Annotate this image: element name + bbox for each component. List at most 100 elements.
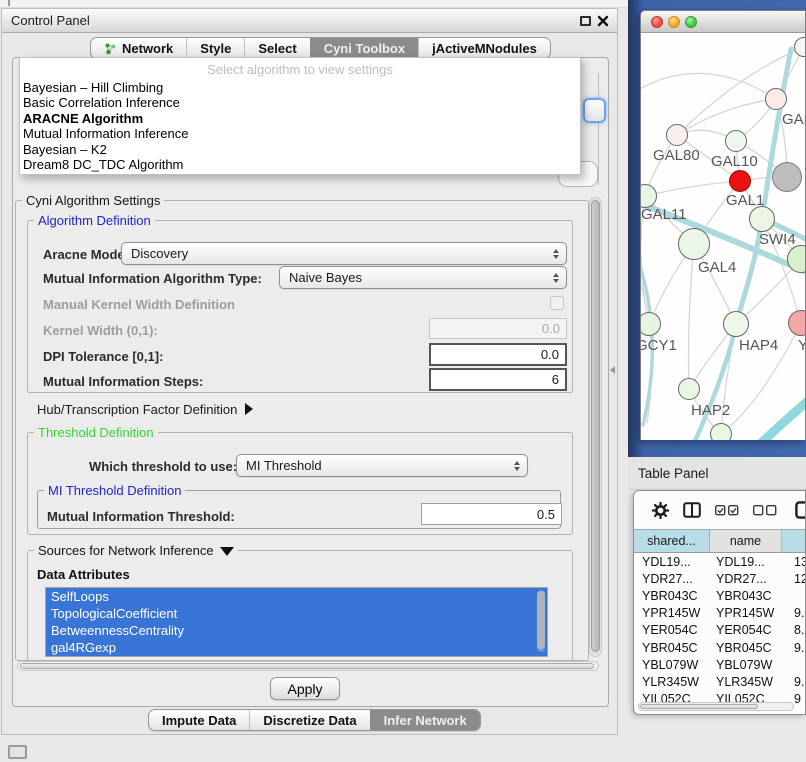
close-window-icon[interactable]	[651, 16, 663, 28]
which-threshold-combo[interactable]: MI Threshold	[236, 454, 528, 477]
table-cell: YDR27...	[710, 572, 780, 586]
attribute-list-item[interactable]: TopologicalCoefficient	[46, 605, 547, 622]
tab-impute-data[interactable]: Impute Data	[149, 710, 249, 730]
tab-network[interactable]: Network	[91, 38, 186, 58]
algorithm-option[interactable]: ARACNE Algorithm	[20, 111, 580, 126]
network-node-hap2[interactable]	[678, 378, 700, 400]
dpi-tolerance-field[interactable]: 0.0	[429, 343, 567, 366]
network-node-hap4[interactable]	[723, 311, 749, 337]
file-icon[interactable]	[795, 501, 806, 519]
algorithm-option[interactable]: Mutual Information Inference	[20, 126, 580, 141]
tab-style[interactable]: Style	[186, 38, 244, 58]
tab-select[interactable]: Select	[244, 38, 309, 58]
table-horizontal-scrollbar[interactable]	[638, 702, 794, 711]
settings-horizontal-scrollbar[interactable]	[17, 661, 599, 671]
close-panel-icon[interactable]	[597, 15, 609, 27]
network-node-gal10[interactable]	[725, 130, 747, 152]
column-header-name[interactable]: name	[710, 529, 782, 553]
mi-type-label: Mutual Information Algorithm Type:	[43, 271, 262, 286]
algorithm-option[interactable]: Dream8 DC_TDC Algorithm	[20, 157, 580, 172]
mi-threshold-field[interactable]: 0.5	[421, 503, 562, 525]
table-cell: YER054C	[710, 623, 780, 637]
table-cell: 9.	[780, 606, 806, 620]
node-label: GAL4	[698, 259, 736, 276]
scrollbar-thumb[interactable]	[591, 200, 600, 652]
cyni-bottom-tabbar: Impute Data Discretize Data Infer Networ…	[148, 709, 481, 731]
mi-steps-label: Mutual Information Steps:	[43, 374, 203, 389]
control-panel-title: Control Panel	[11, 13, 90, 28]
table-row[interactable]: YDL19...YDL19...13	[638, 553, 806, 570]
algorithm-list: Bayesian – Hill ClimbingBasic Correlatio…	[20, 80, 580, 172]
node-label: Y	[798, 337, 805, 354]
tab-infer-network[interactable]: Infer Network	[370, 710, 480, 730]
list-vertical-scrollbar[interactable]	[537, 590, 545, 652]
control-panel-header: Control Panel	[2, 9, 617, 33]
mi-type-value: Naive Bayes	[289, 270, 362, 285]
attribute-list-item[interactable]: gal4RGexp	[46, 639, 547, 656]
algorithm-dropdown: Select algorithm to view settings Bayesi…	[19, 57, 581, 175]
float-panel-icon[interactable]	[580, 16, 591, 26]
node-label: GCY1	[641, 337, 677, 354]
node-label: HAP2	[691, 402, 730, 419]
table-cell: 9.	[780, 675, 806, 689]
table-row[interactable]: YLR345WYLR345W9.	[638, 673, 806, 690]
gear-icon[interactable]	[652, 502, 669, 519]
network-node[interactable]	[772, 162, 802, 192]
network-window-titlebar[interactable]	[641, 11, 805, 33]
aracne-mode-combo[interactable]: Discovery	[121, 242, 567, 265]
aracne-mode-label: Aracne Mode:	[43, 247, 129, 262]
table-row[interactable]: YER054CYER054C8.	[638, 622, 806, 639]
table-cell: YBR045C	[710, 641, 780, 655]
table-row[interactable]: YBL079WYBL079W	[638, 656, 806, 673]
algorithm-option[interactable]: Bayesian – Hill Climbing	[20, 80, 580, 95]
dpi-tolerance-label: DPI Tolerance [0,1]:	[43, 349, 163, 364]
columns-icon[interactable]	[683, 502, 701, 518]
network-icon	[104, 42, 117, 55]
attribute-list-item[interactable]: SelfLoops	[46, 588, 547, 605]
tab-discretize-data[interactable]: Discretize Data	[249, 710, 369, 730]
stepper-arrows-icon	[553, 249, 559, 259]
mi-threshold-group-title: MI Threshold Definition	[44, 483, 185, 498]
settings-vertical-scrollbar[interactable]	[589, 197, 602, 657]
scrollbar-thumb[interactable]	[20, 663, 594, 669]
hub-definition-toggle[interactable]: Hub/Transcription Factor Definition	[37, 402, 253, 417]
table-row[interactable]: YBR043CYBR043C	[638, 587, 806, 604]
show-columns-icon[interactable]	[715, 505, 739, 516]
minimize-window-icon[interactable]	[668, 16, 680, 28]
hide-columns-icon[interactable]	[753, 505, 777, 516]
network-node-gal[interactable]	[765, 88, 787, 110]
minimized-panel-icon[interactable]	[8, 745, 27, 759]
manual-kernel-checkbox[interactable]	[550, 296, 564, 310]
algorithm-option[interactable]: Basic Correlation Inference	[20, 95, 580, 110]
apply-button[interactable]: Apply	[270, 677, 340, 700]
data-attributes-list[interactable]: SelfLoopsTopologicalCoefficientBetweenne…	[45, 587, 548, 657]
stepper-arrows-icon	[553, 273, 559, 283]
table-cell: YPR145W	[638, 606, 710, 620]
network-node-gal80[interactable]	[666, 124, 688, 146]
network-node[interactable]	[710, 423, 732, 440]
mi-steps-field[interactable]: 6	[429, 368, 567, 391]
algorithm-option[interactable]: Bayesian – K2	[20, 142, 580, 157]
scrollbar-thumb[interactable]	[640, 704, 758, 709]
zoom-window-icon[interactable]	[685, 16, 697, 28]
kernel-width-field[interactable]: 0.0	[429, 318, 567, 339]
algorithm-combo-fragment[interactable]	[583, 98, 606, 123]
tab-cyni-toolbox[interactable]: Cyni Toolbox	[310, 38, 418, 58]
split-pane-grip[interactable]	[610, 364, 617, 375]
table-row[interactable]: YBR045CYBR045C9.	[638, 639, 806, 656]
mi-type-combo[interactable]: Naive Bayes	[279, 266, 567, 289]
table-cell: YLR345W	[710, 675, 780, 689]
network-node-swi4[interactable]	[749, 206, 775, 232]
attribute-list-item[interactable]: BetweennessCentrality	[46, 622, 547, 639]
table-row[interactable]: YDR27...YDR27...12	[638, 570, 806, 587]
column-header-third[interactable]	[782, 529, 806, 553]
network-node-gal4[interactable]	[678, 228, 710, 260]
table-toolbar	[634, 491, 805, 529]
tab-jactivemnodules[interactable]: jActiveMNodules	[418, 38, 550, 58]
table-cell: YBR043C	[710, 589, 780, 603]
data-attributes-label: Data Attributes	[37, 567, 130, 582]
network-canvas[interactable]: GALGAL80GAL10GAL1GAL11SWI4GAL4GCY1HAP4YH…	[641, 33, 805, 440]
column-header-shared-name[interactable]: shared...	[634, 529, 710, 553]
table-row[interactable]: YPR145WYPR145W9.	[638, 605, 806, 622]
network-node-gal1[interactable]	[729, 170, 751, 192]
